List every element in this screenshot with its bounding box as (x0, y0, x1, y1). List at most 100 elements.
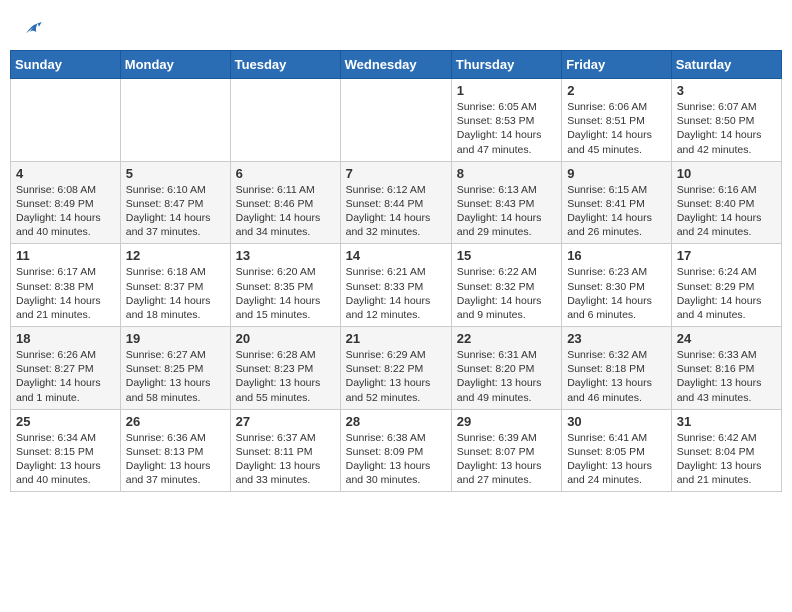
day-number: 17 (677, 248, 776, 263)
calendar-body: 1 Sunrise: 6:05 AMSunset: 8:53 PMDaylight… (11, 79, 782, 492)
day-info: Sunrise: 6:23 AMSunset: 8:30 PMDaylight:… (567, 265, 666, 322)
day-number: 20 (236, 331, 335, 346)
logo (20, 20, 43, 40)
day-number: 28 (346, 414, 446, 429)
calendar-day-cell (340, 79, 451, 162)
day-number: 2 (567, 83, 666, 98)
day-number: 23 (567, 331, 666, 346)
calendar-day-cell (230, 79, 340, 162)
calendar-day-cell: 14 Sunrise: 6:21 AMSunset: 8:33 PMDayligh… (340, 244, 451, 327)
calendar-day-cell: 12 Sunrise: 6:18 AMSunset: 8:37 PMDayligh… (120, 244, 230, 327)
day-number: 30 (567, 414, 666, 429)
weekday-header-cell: Saturday (671, 51, 781, 79)
calendar-day-cell: 21Sunrise: 6:29 AMSunset: 8:22 PMDayligh… (340, 327, 451, 410)
day-number: 6 (236, 166, 335, 181)
day-info: Sunrise: 6:05 AMSunset: 8:53 PMDaylight:… (457, 100, 556, 157)
calendar-day-cell: 9Sunrise: 6:15 AMSunset: 8:41 PMDaylight… (562, 161, 672, 244)
day-number: 4 (16, 166, 115, 181)
day-info: Sunrise: 6:34 AMSunset: 8:15 PMDaylight:… (16, 431, 115, 488)
day-number: 18 (16, 331, 115, 346)
day-number: 8 (457, 166, 556, 181)
calendar-day-cell: 11Sunrise: 6:17 AMSunset: 8:38 PMDayligh… (11, 244, 121, 327)
day-info: Sunrise: 6:22 AMSunset: 8:32 PMDaylight:… (457, 265, 556, 322)
day-info: Sunrise: 6:21 AMSunset: 8:33 PMDaylight:… (346, 265, 446, 322)
day-number: 31 (677, 414, 776, 429)
calendar-day-cell: 4 Sunrise: 6:08 AMSunset: 8:49 PMDaylight… (11, 161, 121, 244)
day-info: Sunrise: 6:06 AMSunset: 8:51 PMDaylight:… (567, 100, 666, 157)
weekday-header-cell: Sunday (11, 51, 121, 79)
calendar-table: SundayMondayTuesdayWednesdayThursdayFrid… (10, 50, 782, 492)
calendar-day-cell: 26 Sunrise: 6:36 AMSunset: 8:13 PMDayligh… (120, 409, 230, 492)
calendar-day-cell: 29 Sunrise: 6:39 AMSunset: 8:07 PMDayligh… (451, 409, 561, 492)
weekday-header-cell: Monday (120, 51, 230, 79)
day-number: 10 (677, 166, 776, 181)
day-info: Sunrise: 6:24 AMSunset: 8:29 PMDaylight:… (677, 265, 776, 322)
day-number: 7 (346, 166, 446, 181)
weekday-header-cell: Tuesday (230, 51, 340, 79)
calendar-day-cell: 20 Sunrise: 6:28 AMSunset: 8:23 PMDayligh… (230, 327, 340, 410)
day-info: Sunrise: 6:37 AMSunset: 8:11 PMDaylight:… (236, 431, 335, 488)
calendar-day-cell (120, 79, 230, 162)
calendar-day-cell: 10 Sunrise: 6:16 AMSunset: 8:40 PMDayligh… (671, 161, 781, 244)
day-info: Sunrise: 6:39 AMSunset: 8:07 PMDaylight:… (457, 431, 556, 488)
day-info: Sunrise: 6:32 AMSunset: 8:18 PMDaylight:… (567, 348, 666, 405)
day-info: Sunrise: 6:10 AMSunset: 8:47 PMDaylight:… (126, 183, 225, 240)
day-number: 9 (567, 166, 666, 181)
day-number: 1 (457, 83, 556, 98)
calendar-day-cell: 2 Sunrise: 6:06 AMSunset: 8:51 PMDaylight… (562, 79, 672, 162)
day-info: Sunrise: 6:07 AMSunset: 8:50 PMDaylight:… (677, 100, 776, 157)
calendar-day-cell: 27 Sunrise: 6:37 AMSunset: 8:11 PMDayligh… (230, 409, 340, 492)
day-info: Sunrise: 6:38 AMSunset: 8:09 PMDaylight:… (346, 431, 446, 488)
day-number: 24 (677, 331, 776, 346)
calendar-day-cell: 15 Sunrise: 6:22 AMSunset: 8:32 PMDayligh… (451, 244, 561, 327)
calendar-day-cell: 1 Sunrise: 6:05 AMSunset: 8:53 PMDaylight… (451, 79, 561, 162)
day-number: 12 (126, 248, 225, 263)
day-info: Sunrise: 6:08 AMSunset: 8:49 PMDaylight:… (16, 183, 115, 240)
calendar-day-cell: 5 Sunrise: 6:10 AMSunset: 8:47 PMDaylight… (120, 161, 230, 244)
calendar-day-cell: 8Sunrise: 6:13 AMSunset: 8:43 PMDaylight… (451, 161, 561, 244)
weekday-header-row: SundayMondayTuesdayWednesdayThursdayFrid… (11, 51, 782, 79)
day-number: 25 (16, 414, 115, 429)
day-number: 26 (126, 414, 225, 429)
day-number: 27 (236, 414, 335, 429)
day-number: 22 (457, 331, 556, 346)
day-info: Sunrise: 6:41 AMSunset: 8:05 PMDaylight:… (567, 431, 666, 488)
day-info: Sunrise: 6:33 AMSunset: 8:16 PMDaylight:… (677, 348, 776, 405)
calendar-day-cell: 25 Sunrise: 6:34 AMSunset: 8:15 PMDayligh… (11, 409, 121, 492)
day-info: Sunrise: 6:28 AMSunset: 8:23 PMDaylight:… (236, 348, 335, 405)
day-info: Sunrise: 6:18 AMSunset: 8:37 PMDaylight:… (126, 265, 225, 322)
calendar-week-row: 1 Sunrise: 6:05 AMSunset: 8:53 PMDaylight… (11, 79, 782, 162)
day-number: 5 (126, 166, 225, 181)
calendar-day-cell: 19 Sunrise: 6:27 AMSunset: 8:25 PMDayligh… (120, 327, 230, 410)
day-number: 16 (567, 248, 666, 263)
day-number: 19 (126, 331, 225, 346)
day-info: Sunrise: 6:11 AMSunset: 8:46 PMDaylight:… (236, 183, 335, 240)
calendar-day-cell: 7 Sunrise: 6:12 AMSunset: 8:44 PMDaylight… (340, 161, 451, 244)
calendar-day-cell: 28 Sunrise: 6:38 AMSunset: 8:09 PMDayligh… (340, 409, 451, 492)
calendar-day-cell: 30 Sunrise: 6:41 AMSunset: 8:05 PMDayligh… (562, 409, 672, 492)
day-info: Sunrise: 6:17 AMSunset: 8:38 PMDaylight:… (16, 265, 115, 322)
calendar-week-row: 4 Sunrise: 6:08 AMSunset: 8:49 PMDaylight… (11, 161, 782, 244)
calendar-day-cell (11, 79, 121, 162)
day-info: Sunrise: 6:12 AMSunset: 8:44 PMDaylight:… (346, 183, 446, 240)
calendar-day-cell: 31 Sunrise: 6:42 AMSunset: 8:04 PMDayligh… (671, 409, 781, 492)
day-number: 13 (236, 248, 335, 263)
day-info: Sunrise: 6:16 AMSunset: 8:40 PMDaylight:… (677, 183, 776, 240)
day-info: Sunrise: 6:20 AMSunset: 8:35 PMDaylight:… (236, 265, 335, 322)
day-number: 29 (457, 414, 556, 429)
calendar-day-cell: 16 Sunrise: 6:23 AMSunset: 8:30 PMDayligh… (562, 244, 672, 327)
calendar-day-cell: 13 Sunrise: 6:20 AMSunset: 8:35 PMDayligh… (230, 244, 340, 327)
calendar-day-cell: 18 Sunrise: 6:26 AMSunset: 8:27 PMDayligh… (11, 327, 121, 410)
calendar-day-cell: 17 Sunrise: 6:24 AMSunset: 8:29 PMDayligh… (671, 244, 781, 327)
day-number: 3 (677, 83, 776, 98)
day-info: Sunrise: 6:42 AMSunset: 8:04 PMDaylight:… (677, 431, 776, 488)
weekday-header-cell: Thursday (451, 51, 561, 79)
day-number: 15 (457, 248, 556, 263)
day-number: 14 (346, 248, 446, 263)
day-info: Sunrise: 6:26 AMSunset: 8:27 PMDaylight:… (16, 348, 115, 405)
day-info: Sunrise: 6:29 AMSunset: 8:22 PMDaylight:… (346, 348, 446, 405)
day-info: Sunrise: 6:31 AMSunset: 8:20 PMDaylight:… (457, 348, 556, 405)
day-info: Sunrise: 6:27 AMSunset: 8:25 PMDaylight:… (126, 348, 225, 405)
calendar-week-row: 18 Sunrise: 6:26 AMSunset: 8:27 PMDayligh… (11, 327, 782, 410)
day-info: Sunrise: 6:36 AMSunset: 8:13 PMDaylight:… (126, 431, 225, 488)
